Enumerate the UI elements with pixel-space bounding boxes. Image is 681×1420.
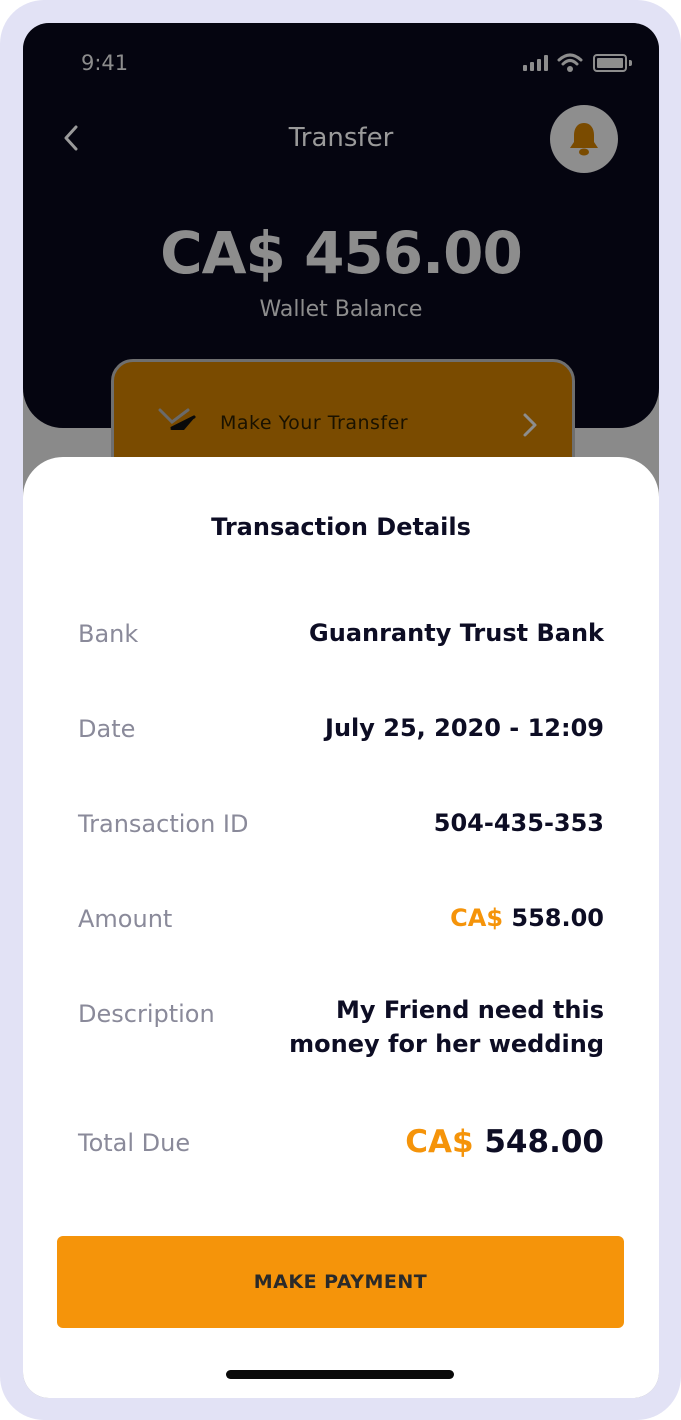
description-label: Description [78,1000,215,1028]
transaction-id-value: 504-435-353 [433,809,604,837]
total-due-label: Total Due [78,1129,191,1157]
bell-icon [570,123,598,156]
wallet-balance-amount: CA$ 456.00 [160,219,523,287]
amount-label: Amount [78,905,173,933]
description-value: My Friend need this money for her weddin… [289,996,604,1058]
chevron-right-icon [523,413,537,437]
amount-number: 558.00 [511,904,604,932]
date-label: Date [78,715,136,743]
transaction-details-sheet: Transaction Details Bank Guanranty Trust… [23,457,659,1398]
amount-value: CA$ 558.00 [450,904,604,932]
bank-label: Bank [78,620,139,648]
status-time: 9:41 [81,51,129,75]
signal-icon [523,55,551,71]
transaction-id-label: Transaction ID [78,810,249,838]
amount-currency: CA$ [450,904,504,932]
make-transfer-label: Make Your Transfer [220,412,409,434]
total-due-number: 548.00 [484,1124,604,1160]
date-value: July 25, 2020 - 12:09 [325,714,604,742]
device-frame: 9:41 Transfer CA$ 456.00 Wallet Balance … [0,0,681,1420]
app-screen: 9:41 Transfer CA$ 456.00 Wallet Balance … [23,23,659,1398]
bank-value: Guanranty Trust Bank [309,619,604,647]
total-due-currency: CA$ [405,1124,474,1160]
battery-tip [629,60,632,66]
total-due-value: CA$ 548.00 [405,1124,604,1160]
notification-button[interactable] [550,105,618,173]
home-indicator [226,1370,454,1379]
send-transfer-icon [158,408,196,430]
wallet-balance-label: Wallet Balance [259,297,423,322]
wifi-icon [557,53,583,72]
battery-icon [593,54,627,72]
sheet-title: Transaction Details [211,513,471,541]
make-payment-button[interactable]: MAKE PAYMENT [57,1236,624,1328]
